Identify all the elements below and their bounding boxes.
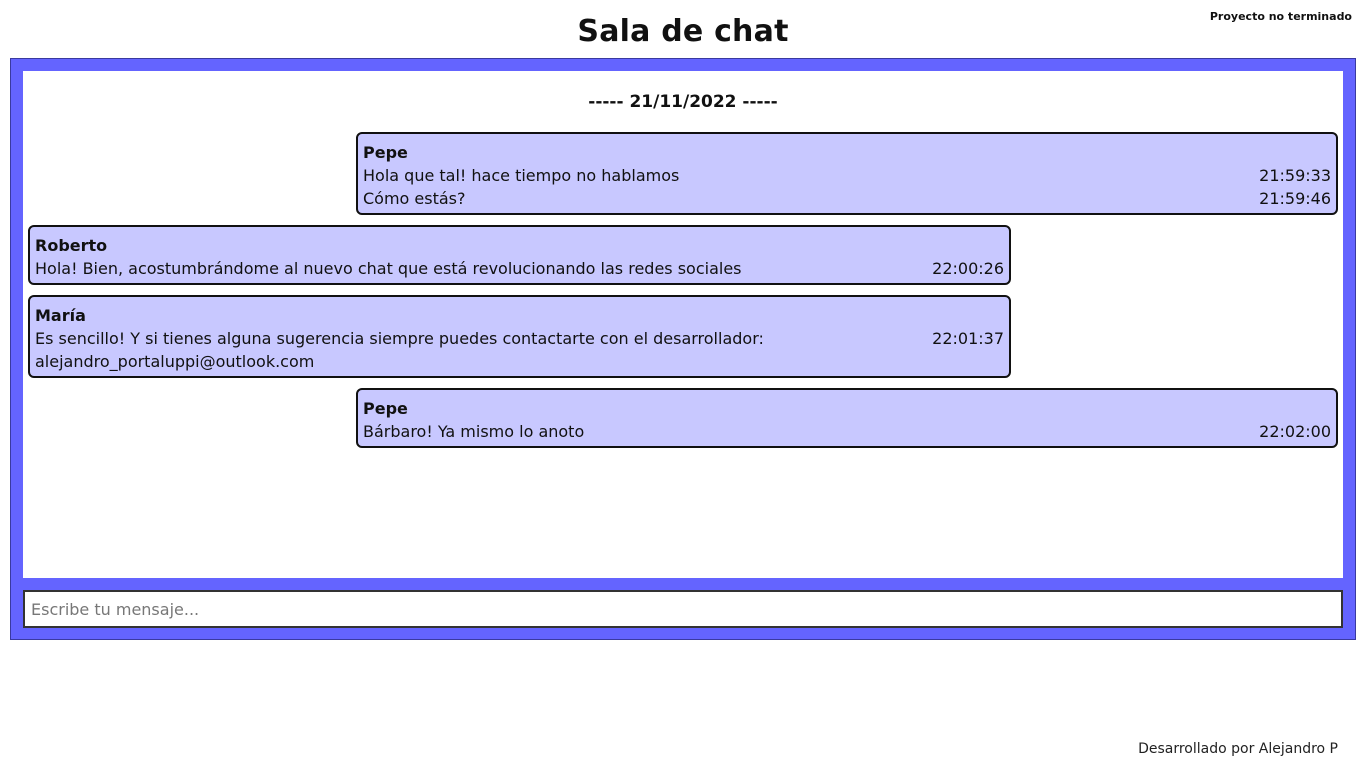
message-time: 21:59:46 — [1259, 189, 1331, 208]
message-text: Hola que tal! hace tiempo no hablamos — [363, 166, 680, 185]
message-line: Bárbaro! Ya mismo lo anoto 22:02:00 — [363, 420, 1331, 443]
message-bubble: Pepe Hola que tal! hace tiempo no hablam… — [356, 132, 1338, 215]
date-divider: ----- 21/11/2022 ----- — [588, 92, 778, 112]
page-title: Sala de chat — [577, 14, 789, 49]
message-bubble: Roberto Hola! Bien, acostumbrándome al n… — [28, 225, 1011, 285]
page: Proyecto no terminado Sala de chat -----… — [0, 0, 1366, 768]
footer-credit: Desarrollado por Alejandro P — [1138, 741, 1338, 757]
message-text: Es sencillo! Y si tienes alguna sugerenc… — [35, 329, 764, 348]
message-time: 22:01:37 — [932, 329, 1004, 348]
message-time: 22:02:00 — [1259, 422, 1331, 441]
message-bubble: María Es sencillo! Y si tienes alguna su… — [28, 295, 1011, 378]
message-email-link: alejandro_portaluppi@outlook.com — [35, 352, 315, 371]
message-line: alejandro_portaluppi@outlook.com — [35, 350, 1004, 373]
message-time: 21:59:33 — [1259, 166, 1331, 185]
message-time: 22:00:26 — [932, 259, 1004, 278]
chat-frame: ----- 21/11/2022 ----- Pepe Hola que tal… — [10, 58, 1356, 640]
message-author: María — [35, 306, 86, 325]
message-author: Roberto — [35, 236, 108, 255]
message-text: Hola! Bien, acostumbrándome al nuevo cha… — [35, 259, 742, 278]
message-input[interactable] — [23, 590, 1343, 628]
message-line: Es sencillo! Y si tienes alguna sugerenc… — [35, 327, 1004, 350]
message-text: Cómo estás? — [363, 189, 466, 208]
message-line: Hola que tal! hace tiempo no hablamos 21… — [363, 164, 1331, 187]
message-bubble: Pepe Bárbaro! Ya mismo lo anoto 22:02:00 — [356, 388, 1338, 448]
message-author: Pepe — [363, 143, 408, 162]
message-author: Pepe — [363, 399, 408, 418]
message-line: Cómo estás? 21:59:46 — [363, 187, 1331, 210]
message-text: Bárbaro! Ya mismo lo anoto — [363, 422, 585, 441]
message-line: Hola! Bien, acostumbrándome al nuevo cha… — [35, 257, 1004, 280]
chat-window[interactable]: ----- 21/11/2022 ----- Pepe Hola que tal… — [23, 71, 1343, 578]
